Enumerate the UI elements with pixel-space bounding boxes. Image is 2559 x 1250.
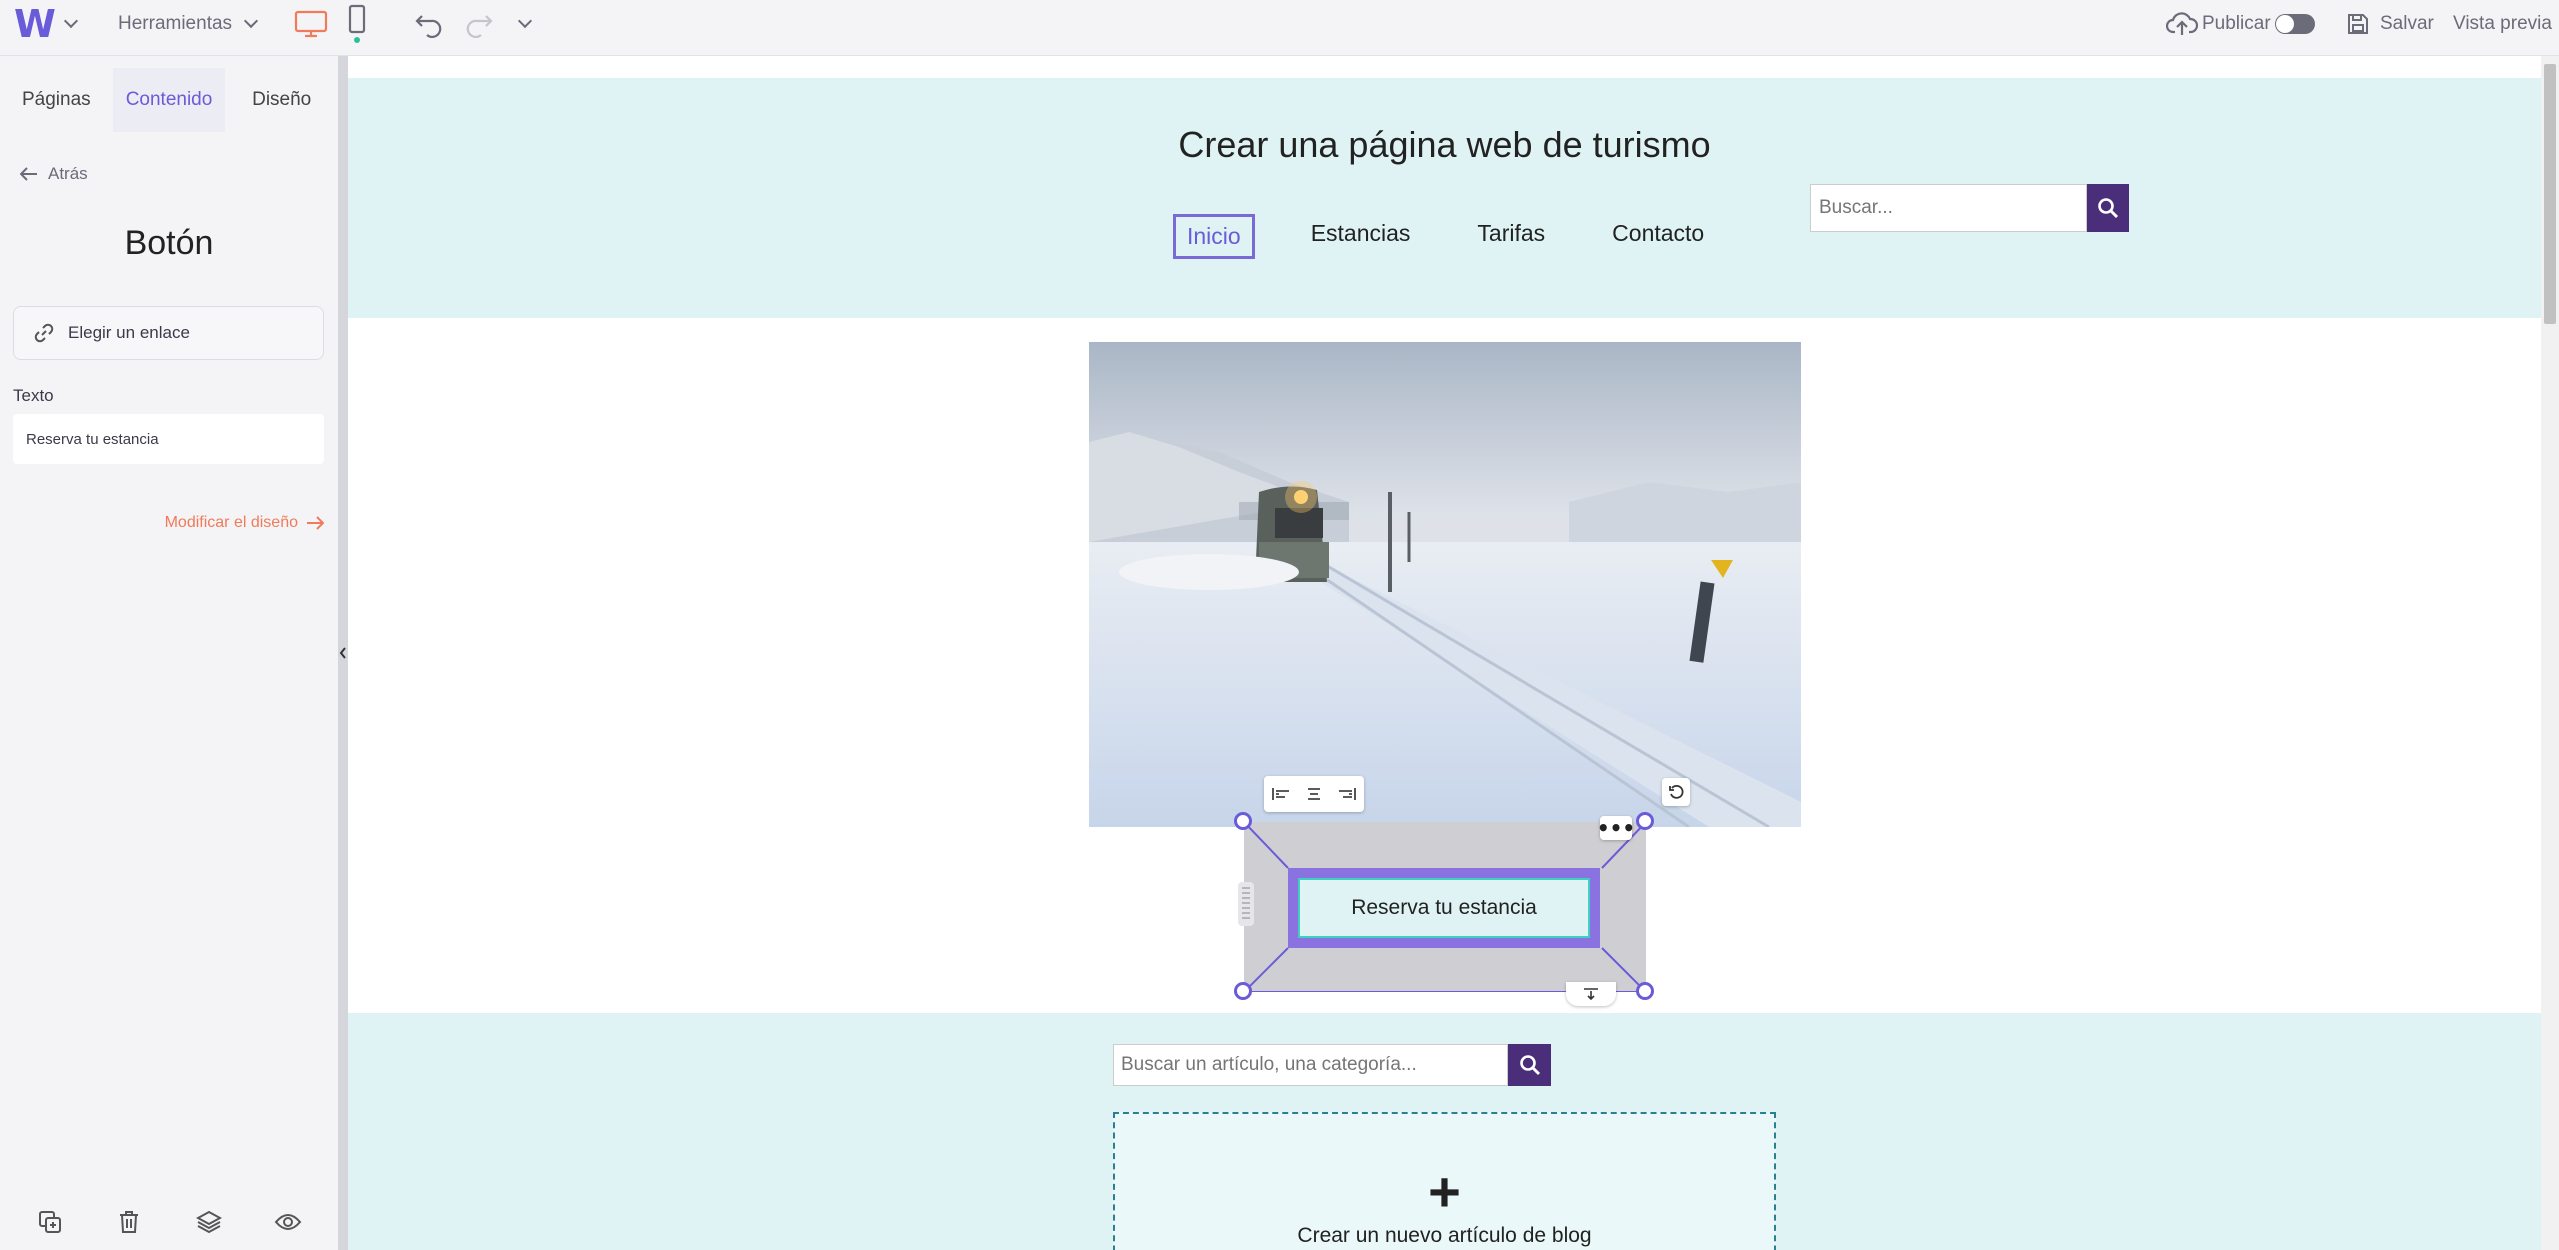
grip-icon bbox=[1242, 887, 1250, 921]
chevron-down-icon bbox=[517, 13, 533, 29]
duplicate-button[interactable] bbox=[30, 1202, 70, 1242]
publish-control[interactable]: Publicar bbox=[2166, 0, 2315, 48]
blog-search bbox=[1113, 1044, 1551, 1086]
sidebar-tabs: Páginas Contenido Diseño bbox=[0, 68, 338, 132]
save-button[interactable]: Salvar bbox=[2346, 0, 2434, 48]
site-nav: Inicio Estancias Tarifas Contacto bbox=[1173, 214, 1760, 259]
chevron-down-icon bbox=[63, 13, 78, 29]
alignment-toolbar bbox=[1264, 776, 1364, 812]
button-text-input[interactable] bbox=[13, 414, 324, 464]
arrow-right-icon bbox=[307, 516, 324, 530]
redo-button[interactable] bbox=[464, 0, 494, 48]
eye-icon bbox=[274, 1214, 302, 1230]
search-icon bbox=[1519, 1055, 1540, 1076]
logo-menu[interactable]: W bbox=[14, 0, 78, 48]
cta-button[interactable]: Reserva tu estancia bbox=[1298, 878, 1590, 938]
undo-button[interactable] bbox=[414, 0, 444, 48]
canvas-scrollbar[interactable] bbox=[2541, 56, 2559, 1250]
save-label: Salvar bbox=[2380, 13, 2434, 34]
site-title[interactable]: Crear una página web de turismo bbox=[348, 124, 2541, 166]
modify-design-link[interactable]: Modificar el diseño bbox=[165, 514, 324, 532]
content-sidebar: Páginas Contenido Diseño Atrás Botón Ele… bbox=[0, 56, 338, 1250]
choose-link-button[interactable]: Elegir un enlace bbox=[13, 306, 324, 360]
insert-below-icon bbox=[1584, 988, 1598, 1001]
tab-pages[interactable]: Páginas bbox=[0, 68, 113, 132]
nav-item-tarifas[interactable]: Tarifas bbox=[1466, 214, 1556, 259]
more-icon: ••• bbox=[1596, 816, 1636, 840]
collapse-arrow-icon[interactable] bbox=[339, 646, 347, 660]
desktop-icon bbox=[294, 10, 328, 38]
chevron-down-icon bbox=[243, 13, 259, 29]
reset-icon bbox=[1669, 784, 1684, 799]
align-right-icon[interactable] bbox=[1338, 787, 1357, 801]
top-toolbar: W Herramientas Publicar Salvar Vista pre… bbox=[0, 0, 2559, 56]
duplicate-icon bbox=[38, 1211, 61, 1233]
nav-item-contacto[interactable]: Contacto bbox=[1601, 214, 1715, 259]
train-scene-image bbox=[1089, 342, 1801, 827]
tools-menu[interactable]: Herramientas bbox=[118, 0, 259, 48]
toggle-knob bbox=[2275, 15, 2294, 33]
layers-icon bbox=[195, 1210, 222, 1234]
blog-search-input[interactable] bbox=[1113, 1044, 1508, 1086]
publish-label: Publicar bbox=[2202, 13, 2271, 34]
tools-label: Herramientas bbox=[118, 13, 233, 34]
sidebar-actions bbox=[0, 1202, 338, 1242]
drag-handle[interactable] bbox=[1238, 882, 1254, 926]
align-center-icon[interactable] bbox=[1305, 787, 1323, 801]
link-icon bbox=[34, 323, 54, 343]
tab-design[interactable]: Diseño bbox=[225, 68, 338, 132]
blog-search-button[interactable] bbox=[1508, 1044, 1551, 1086]
layers-button[interactable] bbox=[189, 1202, 229, 1242]
new-post-label: Crear un nuevo artículo de blog bbox=[1297, 1224, 1592, 1247]
cta-button-frame[interactable]: Reserva tu estancia bbox=[1288, 868, 1600, 948]
tab-content[interactable]: Contenido bbox=[112, 68, 226, 132]
arrow-left-icon bbox=[20, 167, 37, 181]
back-label: Atrás bbox=[48, 164, 88, 183]
history-menu[interactable] bbox=[517, 0, 533, 48]
choose-link-label: Elegir un enlace bbox=[68, 323, 190, 342]
delete-button[interactable] bbox=[109, 1202, 149, 1242]
nav-item-estancias[interactable]: Estancias bbox=[1300, 214, 1422, 259]
resize-handle-bottom-right[interactable] bbox=[1636, 982, 1654, 1000]
panel-splitter[interactable] bbox=[338, 56, 348, 1250]
scroll-thumb[interactable] bbox=[2544, 64, 2556, 324]
new-blog-post-placeholder[interactable]: + Crear un nuevo artículo de blog bbox=[1113, 1112, 1776, 1250]
add-spacing-button[interactable] bbox=[1566, 982, 1616, 1006]
site-search-input[interactable] bbox=[1810, 184, 2087, 232]
preview-button[interactable]: Vista previa bbox=[2453, 0, 2552, 48]
preview-label: Vista previa bbox=[2453, 13, 2552, 34]
text-field-label: Texto bbox=[13, 386, 54, 405]
panel-title: Botón bbox=[124, 224, 214, 262]
site-search bbox=[1810, 184, 2129, 232]
site-header bbox=[348, 78, 2541, 318]
resize-handle-top-left[interactable] bbox=[1234, 812, 1252, 830]
save-icon bbox=[2348, 14, 2368, 34]
align-left-icon[interactable] bbox=[1271, 787, 1290, 801]
desktop-view-button[interactable] bbox=[294, 0, 328, 48]
mobile-view-button[interactable] bbox=[348, 0, 366, 48]
site-search-button[interactable] bbox=[2087, 184, 2129, 232]
undo-icon bbox=[415, 15, 442, 38]
plus-icon: + bbox=[1428, 1160, 1461, 1223]
resize-handle-bottom-left[interactable] bbox=[1234, 982, 1252, 1000]
modify-design-label: Modificar el diseño bbox=[164, 514, 298, 531]
more-options-button[interactable]: ••• bbox=[1596, 816, 1636, 840]
reset-button[interactable] bbox=[1662, 778, 1690, 806]
cloud-upload-icon bbox=[2166, 12, 2198, 35]
search-icon bbox=[2098, 198, 2119, 219]
back-button[interactable]: Atrás bbox=[20, 164, 88, 184]
redo-icon bbox=[466, 15, 493, 38]
trash-icon bbox=[120, 1211, 139, 1233]
mobile-icon bbox=[348, 4, 366, 43]
app-logo: W bbox=[14, 2, 56, 46]
editor-canvas: Crear una página web de turismo Inicio E… bbox=[348, 56, 2541, 1250]
hero-image[interactable] bbox=[1089, 342, 1801, 827]
visibility-button[interactable] bbox=[268, 1202, 308, 1242]
publish-toggle[interactable] bbox=[2274, 14, 2315, 34]
resize-handle-top-right[interactable] bbox=[1636, 812, 1654, 830]
nav-item-inicio[interactable]: Inicio bbox=[1173, 214, 1255, 259]
